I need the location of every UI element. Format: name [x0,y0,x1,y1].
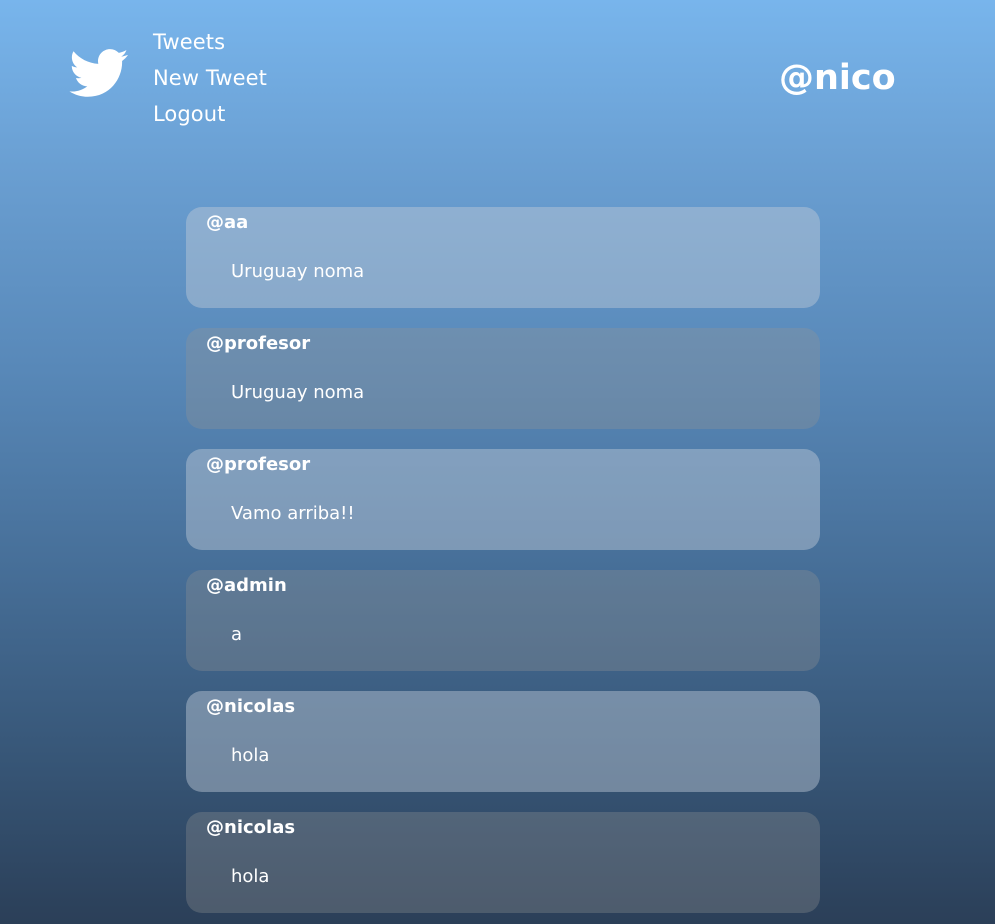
tweet-author: @nicolas [206,817,296,838]
nav-new-tweet-link[interactable]: New Tweet [153,60,267,96]
nav-tweets-link[interactable]: Tweets [153,24,267,60]
tweet-text: Uruguay noma [231,261,365,282]
tweet-author: @admin [206,575,287,596]
nav-logout-link[interactable]: Logout [153,96,267,132]
tweet-card: @admin a [186,570,820,671]
main-nav: Tweets New Tweet Logout [153,24,267,132]
current-username: @nico [779,58,896,98]
tweet-card: @nicolas hola [186,812,820,913]
tweet-text: hola [231,745,270,766]
twitter-bird-icon[interactable] [62,42,134,104]
tweet-text: Vamo arriba!! [231,503,355,524]
tweet-author: @profesor [206,454,311,475]
tweet-feed: @aa Uruguay noma @profesor Uruguay noma … [186,207,820,924]
tweet-text: hola [231,866,270,887]
tweet-card: @aa Uruguay noma [186,207,820,308]
tweet-text: a [231,624,243,645]
tweet-author: @nicolas [206,696,296,717]
tweet-card: @profesor Uruguay noma [186,328,820,429]
tweet-card: @nicolas hola [186,691,820,792]
tweet-author: @aa [206,212,249,233]
tweet-text: Uruguay noma [231,382,365,403]
tweet-author: @profesor [206,333,311,354]
tweet-card: @profesor Vamo arriba!! [186,449,820,550]
